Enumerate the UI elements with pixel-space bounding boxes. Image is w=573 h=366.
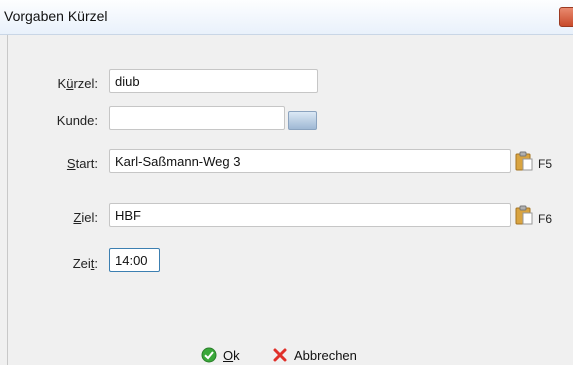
dialog-window: Vorgaben Kürzel Kürzel: Kunde: Start: F5… [0, 0, 573, 365]
start-shortcut: F5 [538, 157, 553, 171]
clipboard-icon[interactable] [515, 205, 533, 225]
ziel-label: Ziel: [73, 210, 98, 225]
kunde-input[interactable] [109, 106, 285, 130]
kunde-label: Kunde: [56, 113, 98, 128]
ok-label: Ok [223, 347, 240, 363]
ok-button[interactable]: Ok [201, 344, 240, 366]
clipboard-icon[interactable] [515, 151, 533, 171]
start-input[interactable] [109, 149, 511, 173]
zeit-label: Zeit: [72, 256, 98, 271]
dialog-body: Kürzel: Kunde: Start: F5 Ziel: F6 Zeit: [7, 35, 573, 365]
cancel-label: Abbrechen [294, 347, 357, 363]
cancel-button[interactable]: Abbrechen [272, 344, 357, 366]
start-label: Start: [66, 156, 98, 171]
cross-icon [273, 348, 287, 362]
ziel-input[interactable] [109, 203, 511, 227]
kuerzel-label: Kürzel: [57, 76, 98, 91]
zeit-input[interactable] [109, 248, 160, 272]
close-icon[interactable] [559, 7, 573, 27]
kuerzel-input[interactable] [109, 69, 318, 93]
title-bar: Vorgaben Kürzel [0, 0, 573, 35]
window-title: Vorgaben Kürzel [4, 8, 108, 24]
ziel-shortcut: F6 [538, 212, 553, 226]
keyboard-icon[interactable] [288, 111, 317, 130]
check-icon [201, 347, 217, 363]
